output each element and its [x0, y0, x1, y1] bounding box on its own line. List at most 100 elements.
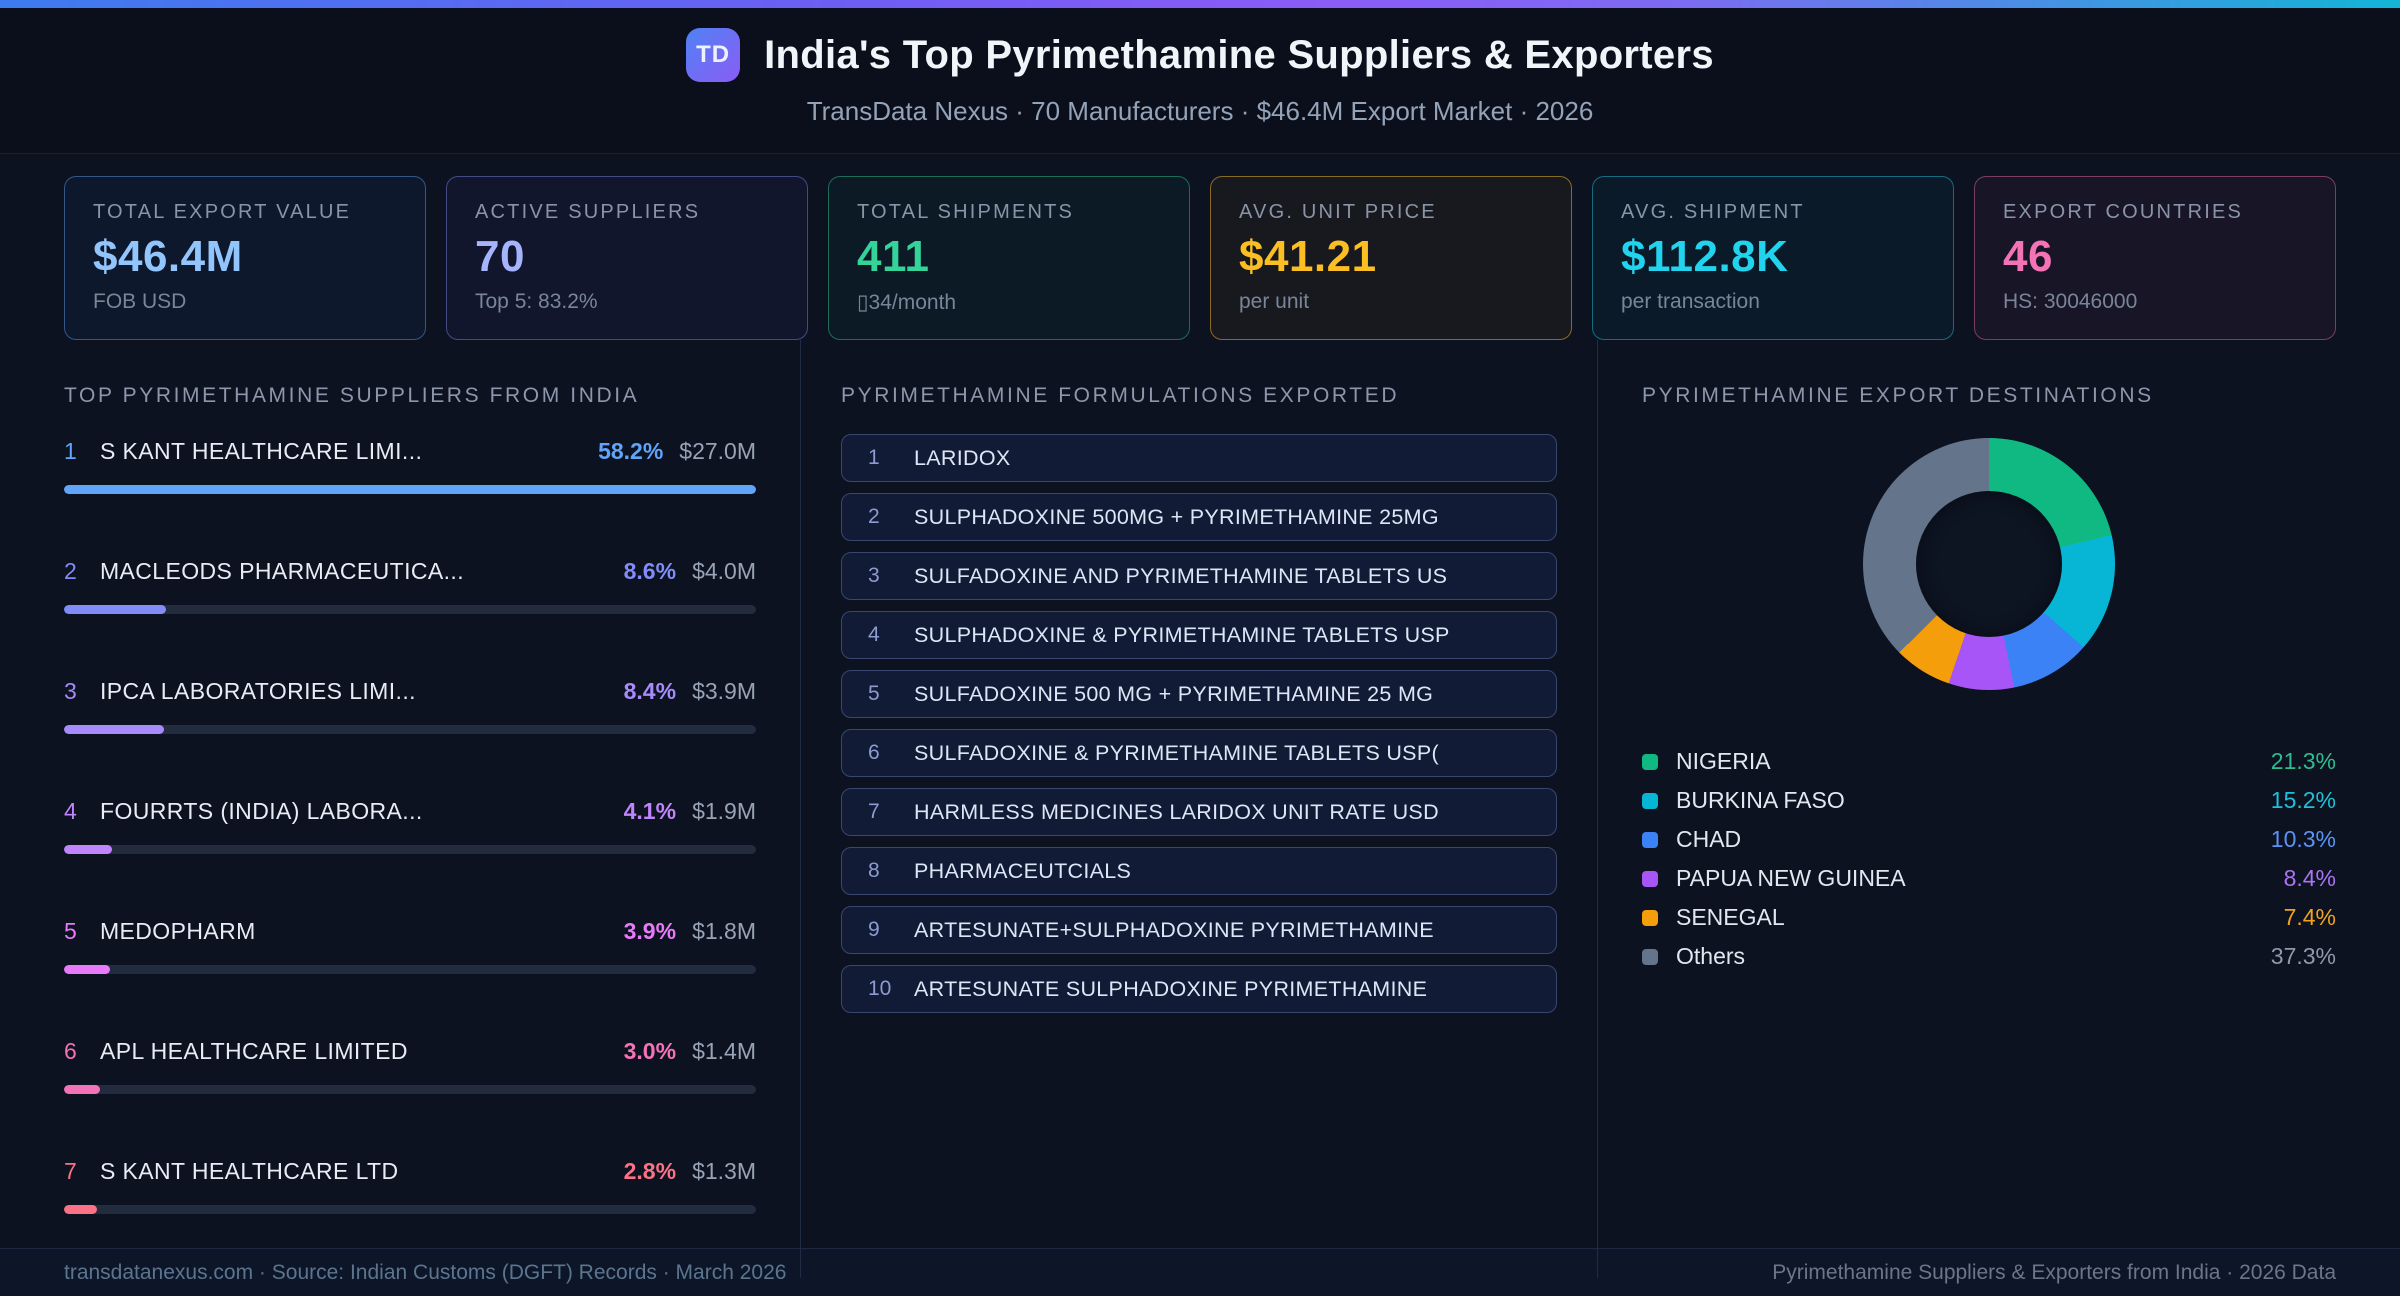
legend-label: BURKINA FASO: [1676, 787, 1845, 814]
stats-row: TOTAL EXPORT VALUE $46.4M FOB USD ACTIVE…: [64, 176, 2336, 340]
destinations-panel-title: PYRIMETHAMINE EXPORT DESTINATIONS: [1642, 384, 2336, 408]
page-subtitle: TransData Nexus · 70 Manufacturers · $46…: [0, 96, 2400, 127]
formulation-item[interactable]: 9 ARTESUNATE+SULPHADOXINE PYRIMETHAMINE: [841, 906, 1557, 954]
legend-item: Others 37.3%: [1642, 937, 2336, 976]
supplier-rank: 1: [64, 438, 100, 465]
formulation-name: ARTESUNATE SULPHADOXINE PYRIMETHAMINE: [914, 977, 1427, 1002]
supplier-share-percent: 3.9%: [624, 918, 676, 945]
supplier-bar-fill: [64, 1085, 100, 1094]
formulation-item[interactable]: 4 SULPHADOXINE & PYRIMETHAMINE TABLETS U…: [841, 611, 1557, 659]
supplier-export-value: $3.9M: [692, 678, 756, 705]
formulations-panel-title: PYRIMETHAMINE FORMULATIONS EXPORTED: [841, 384, 1557, 408]
supplier-rank: 3: [64, 678, 100, 705]
supplier-name: FOURRTS (INDIA) LABORA...: [100, 798, 423, 825]
supplier-bar-fill: [64, 485, 756, 494]
formulation-rank: 4: [868, 623, 914, 647]
supplier-rank: 5: [64, 918, 100, 945]
stat-sub: per unit: [1239, 290, 1543, 314]
supplier-bar-track: [64, 845, 756, 854]
formulation-item[interactable]: 3 SULFADOXINE AND PYRIMETHAMINE TABLETS …: [841, 552, 1557, 600]
main-content: TOP PYRIMETHAMINE SUPPLIERS FROM INDIA 1…: [0, 340, 2400, 1248]
supplier-share-percent: 58.2%: [598, 438, 663, 465]
supplier-row: 5 MEDOPHARM 3.9% $1.8M: [64, 918, 756, 974]
formulation-item[interactable]: 8 PHARMACEUTCIALS: [841, 847, 1557, 895]
supplier-row: 1 S KANT HEALTHCARE LIMI... 58.2% $27.0M: [64, 438, 756, 494]
supplier-bar-fill: [64, 605, 166, 614]
page-header: TD India's Top Pyrimethamine Suppliers &…: [0, 8, 2400, 154]
formulations-list: 1 LARIDOX 2 SULPHADOXINE 500MG + PYRIMET…: [841, 434, 1557, 1013]
footer-title-text: Pyrimethamine Suppliers & Exporters from…: [1772, 1261, 2336, 1285]
legend-swatch: [1642, 871, 1658, 887]
legend-swatch: [1642, 832, 1658, 848]
formulation-item[interactable]: 2 SULPHADOXINE 500MG + PYRIMETHAMINE 25M…: [841, 493, 1557, 541]
supplier-bar-track: [64, 605, 756, 614]
formulation-rank: 7: [868, 800, 914, 824]
legend-percent: 7.4%: [2284, 904, 2336, 931]
supplier-rank: 6: [64, 1038, 100, 1065]
legend-swatch: [1642, 793, 1658, 809]
stat-card-avg-shipment: AVG. SHIPMENT $112.8K per transaction: [1592, 176, 1954, 340]
supplier-row: 4 FOURRTS (INDIA) LABORA... 4.1% $1.9M: [64, 798, 756, 854]
supplier-row: 7 S KANT HEALTHCARE LTD 2.8% $1.3M: [64, 1158, 756, 1214]
export-destinations-donut: [1863, 438, 2115, 690]
legend-label: PAPUA NEW GUINEA: [1676, 865, 1906, 892]
top-accent-bar: [0, 0, 2400, 8]
stat-label: EXPORT COUNTRIES: [2003, 201, 2307, 224]
legend-percent: 10.3%: [2271, 826, 2336, 853]
formulation-item[interactable]: 7 HARMLESS MEDICINES LARIDOX UNIT RATE U…: [841, 788, 1557, 836]
supplier-export-value: $1.3M: [692, 1158, 756, 1185]
legend-item: SENEGAL 7.4%: [1642, 898, 2336, 937]
stat-label: AVG. UNIT PRICE: [1239, 201, 1543, 224]
supplier-rank: 7: [64, 1158, 100, 1185]
formulation-item[interactable]: 1 LARIDOX: [841, 434, 1557, 482]
supplier-share-percent: 8.4%: [624, 678, 676, 705]
legend-label: CHAD: [1676, 826, 1741, 853]
legend-swatch: [1642, 910, 1658, 926]
supplier-name: APL HEALTHCARE LIMITED: [100, 1038, 408, 1065]
formulation-rank: 8: [868, 859, 914, 883]
formulation-rank: 2: [868, 505, 914, 529]
supplier-rank: 2: [64, 558, 100, 585]
supplier-name: S KANT HEALTHCARE LTD: [100, 1158, 399, 1185]
stat-label: TOTAL SHIPMENTS: [857, 201, 1161, 224]
supplier-bar-track: [64, 725, 756, 734]
supplier-bar-track: [64, 1085, 756, 1094]
stat-label: ACTIVE SUPPLIERS: [475, 201, 779, 224]
supplier-bar-track: [64, 965, 756, 974]
formulations-panel: PYRIMETHAMINE FORMULATIONS EXPORTED 1 LA…: [800, 340, 1597, 1278]
stat-card-avg-unit-price: AVG. UNIT PRICE $41.21 per unit: [1210, 176, 1572, 340]
formulation-name: HARMLESS MEDICINES LARIDOX UNIT RATE USD: [914, 800, 1439, 825]
formulation-rank: 3: [868, 564, 914, 588]
stat-label: TOTAL EXPORT VALUE: [93, 201, 397, 224]
formulation-rank: 6: [868, 741, 914, 765]
stat-sub: ▯34/month: [857, 290, 1161, 315]
stat-sub: HS: 30046000: [2003, 290, 2307, 314]
supplier-share-percent: 2.8%: [624, 1158, 676, 1185]
stat-card-total-export-value: TOTAL EXPORT VALUE $46.4M FOB USD: [64, 176, 426, 340]
supplier-bar-fill: [64, 725, 164, 734]
destinations-legend: NIGERIA 21.3% BURKINA FASO 15.2% CHAD 10…: [1642, 742, 2336, 976]
stat-value: 46: [2003, 232, 2307, 282]
suppliers-panel: TOP PYRIMETHAMINE SUPPLIERS FROM INDIA 1…: [0, 340, 800, 1278]
formulation-item[interactable]: 10 ARTESUNATE SULPHADOXINE PYRIMETHAMINE: [841, 965, 1557, 1013]
formulation-rank: 5: [868, 682, 914, 706]
formulation-name: ARTESUNATE+SULPHADOXINE PYRIMETHAMINE: [914, 918, 1434, 943]
supplier-export-value: $27.0M: [679, 438, 756, 465]
legend-item: BURKINA FASO 15.2%: [1642, 781, 2336, 820]
suppliers-panel-title: TOP PYRIMETHAMINE SUPPLIERS FROM INDIA: [64, 384, 756, 408]
formulation-item[interactable]: 5 SULFADOXINE 500 MG + PYRIMETHAMINE 25 …: [841, 670, 1557, 718]
formulation-rank: 10: [868, 977, 914, 1001]
formulation-name: SULPHADOXINE 500MG + PYRIMETHAMINE 25MG: [914, 505, 1439, 530]
legend-label: NIGERIA: [1676, 748, 1771, 775]
supplier-name: IPCA LABORATORIES LIMI...: [100, 678, 416, 705]
formulation-item[interactable]: 6 SULFADOXINE & PYRIMETHAMINE TABLETS US…: [841, 729, 1557, 777]
supplier-export-value: $1.8M: [692, 918, 756, 945]
stat-card-active-suppliers: ACTIVE SUPPLIERS 70 Top 5: 83.2%: [446, 176, 808, 340]
stat-value: $46.4M: [93, 232, 397, 282]
destinations-panel: PYRIMETHAMINE EXPORT DESTINATIONS NIGERI…: [1597, 340, 2400, 1278]
legend-percent: 37.3%: [2271, 943, 2336, 970]
stat-sub: per transaction: [1621, 290, 1925, 314]
supplier-bar-fill: [64, 845, 112, 854]
stat-label: AVG. SHIPMENT: [1621, 201, 1925, 224]
legend-percent: 21.3%: [2271, 748, 2336, 775]
